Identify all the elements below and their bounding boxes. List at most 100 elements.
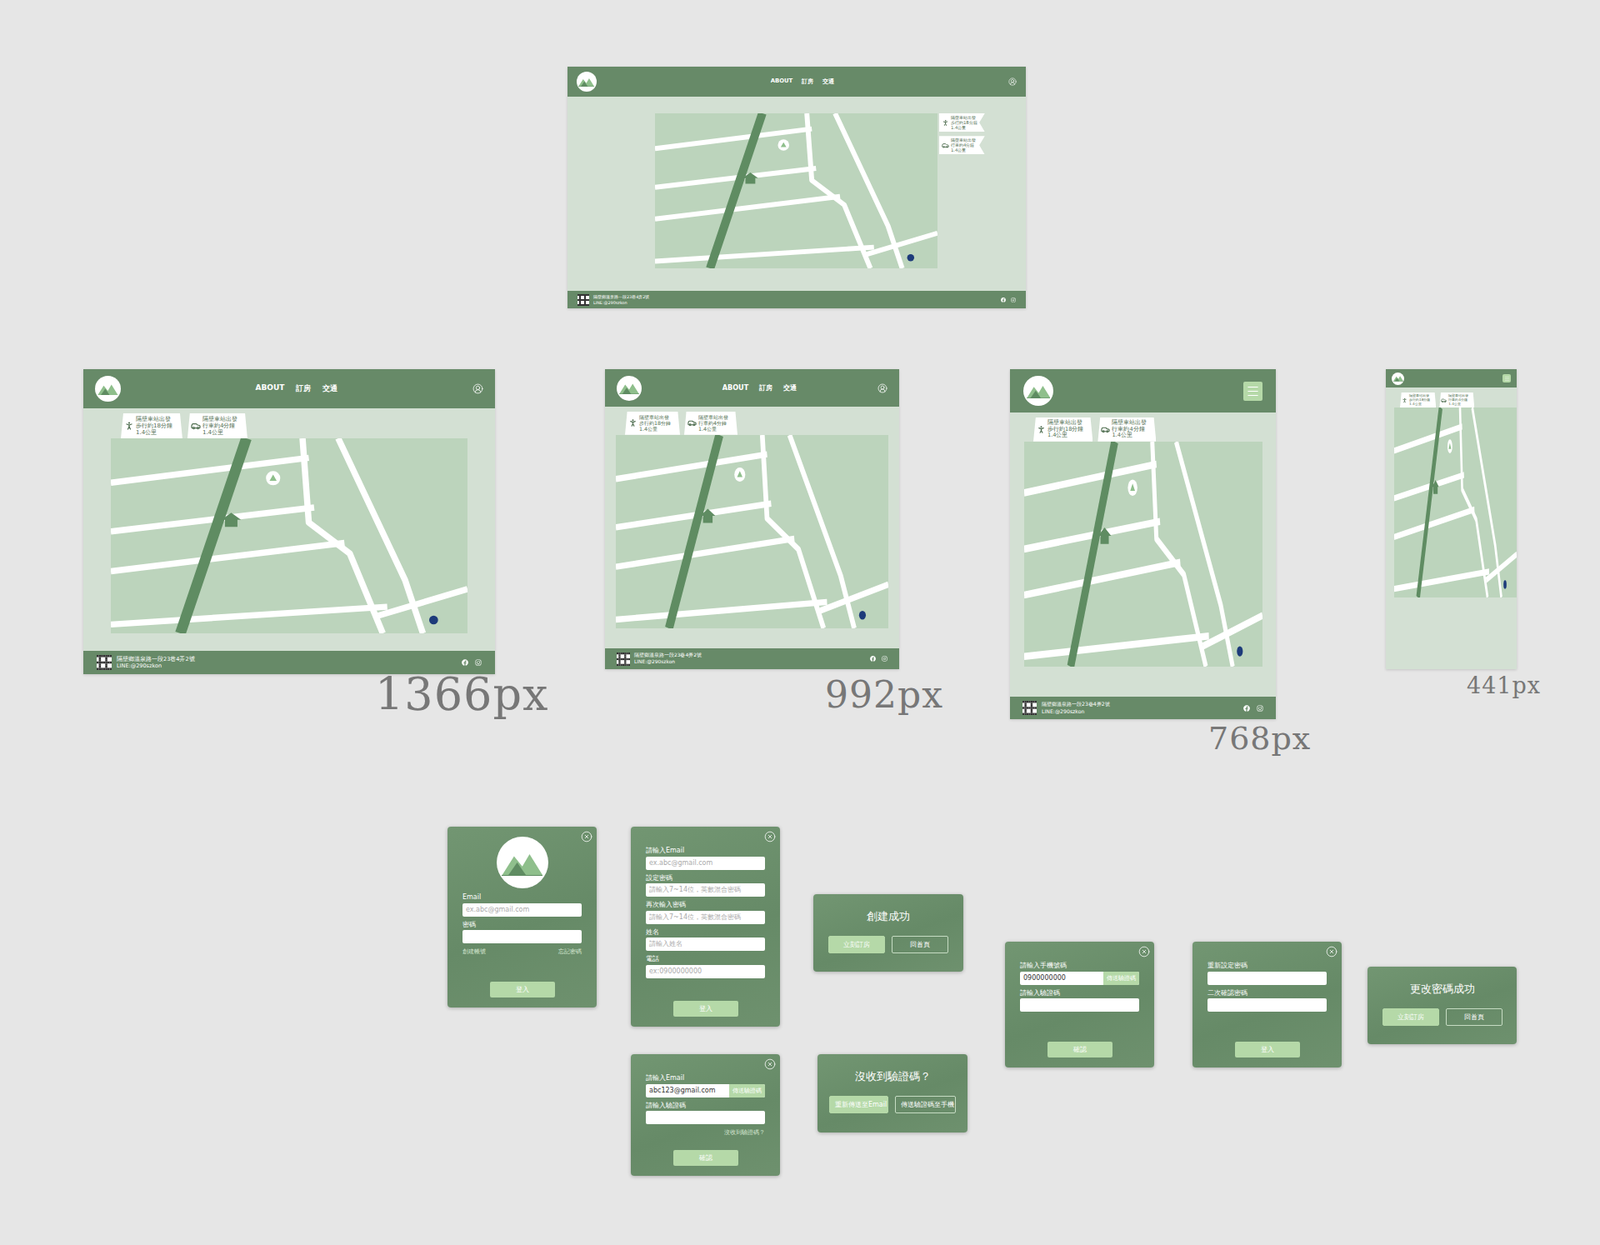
site-logo[interactable]	[95, 375, 121, 402]
text-input[interactable]: ex:0900000000	[645, 965, 765, 979]
text-link[interactable]: 創建帳號	[462, 947, 486, 956]
close-button[interactable]	[764, 1058, 776, 1070]
logo-icon	[578, 76, 595, 87]
dialog-button[interactable]: 回首頁	[891, 935, 949, 954]
instagram-icon[interactable]	[1010, 297, 1016, 303]
form-dialog: 重新設定密碼二次確認密碼登入	[1192, 941, 1342, 1068]
footer-line[interactable]: LINE:@290szkon	[1041, 708, 1110, 715]
nav-link[interactable]: ABOUT	[722, 383, 749, 393]
close-icon	[1325, 945, 1338, 958]
footer-address: 隔壁鄉溫泉路一段23巷4弄2號	[593, 294, 650, 300]
logo-icon	[501, 850, 544, 876]
route-flag: 隔壁車站出發步行約18分鐘1.4公里	[1033, 417, 1093, 442]
car-icon	[687, 418, 697, 428]
submit-button[interactable]: 登入	[490, 981, 555, 998]
footer-line[interactable]: LINE:@290szkon	[593, 300, 650, 305]
footer-line[interactable]: LINE:@290szkon	[634, 659, 702, 666]
dialog-button[interactable]: 立刻訂房	[1382, 1008, 1440, 1026]
nav-link[interactable]: ABOUT	[255, 383, 285, 395]
close-icon	[1138, 945, 1150, 958]
site-nav: ABOUT 訂房交通	[648, 383, 871, 393]
nav-link[interactable]: 交通	[322, 383, 338, 395]
nav-link[interactable]: 訂房	[295, 383, 311, 395]
text-input[interactable]: 請輸入姓名	[645, 937, 765, 951]
site-logo[interactable]	[1023, 375, 1054, 406]
nav-link[interactable]: 訂房	[801, 77, 814, 86]
user-icon[interactable]	[877, 383, 888, 394]
dialog-button[interactable]: 回首頁	[1445, 1008, 1503, 1026]
user-icon[interactable]	[472, 383, 484, 395]
nav-link[interactable]: 交通	[822, 77, 835, 86]
submit-button[interactable]: 登入	[1235, 1041, 1300, 1058]
text-input[interactable]: 請輸入7~14位，英數混合密碼	[645, 883, 765, 897]
car-icon	[190, 420, 201, 431]
breakpoint-label: 1366px	[375, 670, 549, 720]
submit-button[interactable]: 登入	[673, 1000, 739, 1017]
close-button[interactable]	[1325, 945, 1338, 958]
footer-line[interactable]: LINE:@290szkon	[116, 662, 195, 670]
user-icon[interactable]	[1008, 77, 1017, 86]
flag-line: 隔壁車站出發	[135, 415, 173, 423]
field-label: 請輸入手機號碼	[1020, 961, 1140, 970]
route-flag: 隔壁車站出發步行約18分鐘1.4公里	[1400, 392, 1436, 408]
route-flag: 隔壁車站出發步行約18分鐘1.4公里	[625, 411, 680, 435]
dialog-button[interactable]: 重新傳送至Email	[829, 1095, 889, 1114]
menu-button[interactable]	[1502, 374, 1511, 383]
instagram-icon[interactable]	[1256, 705, 1264, 712]
text-input[interactable]: ex.abc@gmail.com	[645, 856, 765, 870]
flag-line: 行車約4分鐘	[698, 420, 729, 426]
dialog-button[interactable]: 立刻訂房	[828, 935, 885, 954]
route-flag: 隔壁車站出發行車約4分鐘1.4公里	[1439, 392, 1475, 408]
close-icon	[764, 830, 776, 843]
menu-button[interactable]	[1243, 381, 1263, 401]
text-input[interactable]: ex.abc@gmail.com	[462, 903, 582, 917]
text-input[interactable]: 請輸入7~14位，英數混合密碼	[645, 910, 765, 925]
nav-link[interactable]: ABOUT	[770, 77, 793, 86]
site-logo[interactable]	[1391, 372, 1405, 385]
facebook-icon[interactable]	[1243, 705, 1250, 712]
dialog-button[interactable]: 傳送驗證碼至手機	[895, 1095, 956, 1114]
text-input[interactable]	[1207, 998, 1327, 1012]
nav-link[interactable]: 交通	[783, 383, 797, 393]
route-flags: 隔壁車站出發步行約18分鐘1.4公里隔壁車站出發行車約4分鐘1.4公里	[110, 413, 248, 439]
instagram-icon[interactable]	[475, 659, 482, 666]
submit-button[interactable]: 確認	[1047, 1041, 1113, 1058]
map-drawing[interactable]	[615, 435, 889, 629]
nav-link[interactable]: 訂房	[759, 383, 773, 393]
dialog-logo	[496, 836, 549, 889]
text-link[interactable]: 忘記密碼	[558, 947, 582, 956]
close-button[interactable]	[1138, 945, 1150, 958]
map	[1024, 441, 1263, 667]
text-input[interactable]	[1207, 971, 1327, 985]
close-icon	[764, 1058, 776, 1070]
instagram-icon[interactable]	[881, 655, 888, 662]
close-button[interactable]	[580, 830, 593, 843]
map-drawing[interactable]	[1024, 441, 1263, 667]
facebook-icon[interactable]	[870, 655, 876, 662]
design-canvas: ABOUT訂房交通隔壁車站出發步行約18分鐘1.4公里隔壁車站出發行車約4分鐘1…	[0, 0, 1600, 1245]
site-logo[interactable]	[576, 71, 597, 92]
site-logo[interactable]	[616, 375, 642, 401]
form-field: 請輸入驗證碼	[1020, 989, 1140, 1013]
flag-line: 行車約4分鐘	[1111, 426, 1147, 434]
facebook-icon[interactable]	[1000, 297, 1006, 303]
send-code-button[interactable]: 傳送驗證碼	[1103, 971, 1140, 985]
facebook-icon[interactable]	[461, 659, 469, 666]
field-label: 請輸入Email	[645, 1074, 765, 1083]
route-flag: 隔壁車站出發步行約18分鐘1.4公里	[939, 113, 985, 132]
text-input[interactable]	[645, 1110, 765, 1125]
submit-button[interactable]: 確認	[673, 1150, 739, 1166]
page-body: 隔壁車站出發步行約18分鐘1.4公里隔壁車站出發行車約4分鐘1.4公里	[83, 408, 495, 651]
form-field: 請輸入手機號碼0900000000傳送驗證碼	[1020, 961, 1140, 985]
close-button[interactable]	[764, 830, 776, 843]
field-label: 再次輸入密碼	[645, 900, 765, 910]
map-drawing[interactable]	[110, 438, 468, 634]
map-drawing[interactable]	[655, 113, 938, 269]
text-input[interactable]: abc123@gmail.com	[645, 1084, 730, 1098]
text-input[interactable]	[462, 930, 582, 944]
send-code-button[interactable]: 傳送驗證碼	[729, 1084, 765, 1098]
map-drawing[interactable]	[1394, 407, 1517, 598]
text-link[interactable]: 沒收到驗證碼？	[724, 1128, 765, 1137]
text-input[interactable]: 0900000000	[1020, 971, 1104, 985]
text-input[interactable]	[1020, 998, 1140, 1012]
